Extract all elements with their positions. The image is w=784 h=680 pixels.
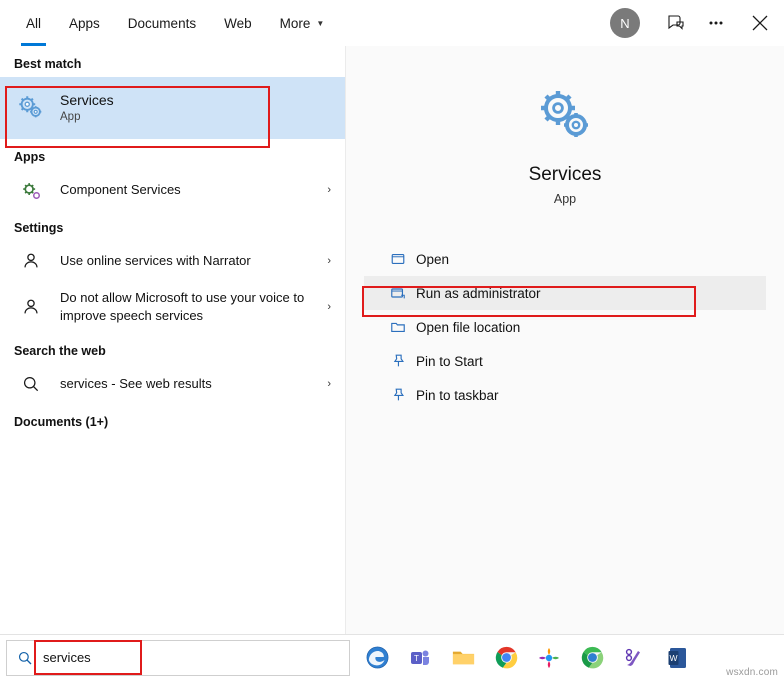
svg-text:T: T [414,654,419,663]
avatar-initial: N [620,15,630,31]
taskbar-search[interactable] [6,639,350,676]
settings-person-icon [14,296,48,318]
shield-run-icon [390,285,416,301]
services-gears-icon [14,93,48,123]
chevron-right-icon[interactable]: › [327,301,331,313]
pin-icon [390,387,416,403]
chrome-beta-icon[interactable] [579,645,605,671]
result-best-match-services[interactable]: Services App [0,77,345,139]
result-web-services[interactable]: services - See web results › [0,364,345,404]
best-match-subtitle: App [60,110,81,123]
preview-pane: Services App Open Run as administrator O… [346,46,784,635]
watermark: wsxdn.com [726,667,778,678]
tab-apps-label: Apps [69,15,100,31]
teams-icon[interactable]: T [407,645,433,671]
action-run-as-administrator[interactable]: Run as administrator [364,276,766,310]
services-gears-icon [533,84,597,148]
section-heading-documents: Documents (1+) [14,415,109,429]
section-heading-apps: Apps [14,150,46,164]
web-services-text: services - See web results [60,375,212,393]
taskbar: T [0,634,784,680]
action-pin-to-taskbar-label: Pin to taskbar [416,387,499,403]
chevron-down-icon: ▼ [316,19,325,28]
web-services-title: services - See web results [60,376,212,392]
result-setting-narrator[interactable]: Use online services with Narrator › [0,241,345,281]
ellipsis-icon[interactable] [696,0,736,46]
action-pin-to-taskbar[interactable]: Pin to taskbar [364,378,766,412]
action-run-as-administrator-label: Run as administrator [416,285,541,301]
chevron-right-icon[interactable]: › [327,255,331,267]
search-input[interactable] [43,650,349,665]
preview-header: Services App [346,46,784,206]
component-services-text: Component Services [60,181,181,199]
preview-actions: Open Run as administrator Open file loca… [346,242,784,412]
section-heading-settings: Settings [14,221,64,235]
tab-all-label: All [26,15,42,31]
search-tabs-bar: All Apps Documents Web More ▼ N [0,0,784,47]
preview-title: Services [528,164,602,185]
chevron-right-icon[interactable]: › [327,184,331,196]
tab-apps[interactable]: Apps [55,0,114,46]
feedback-icon[interactable] [656,0,696,46]
close-icon[interactable] [736,0,784,46]
setting-narrator-text: Use online services with Narrator [60,252,251,270]
setting-speech-title: Do not allow Microsoft to use your voice… [60,290,305,323]
action-open-file-location[interactable]: Open file location [364,310,766,344]
component-services-icon [14,179,48,201]
action-pin-to-start[interactable]: Pin to Start [364,344,766,378]
tab-more[interactable]: More ▼ [266,0,339,46]
tab-documents[interactable]: Documents [114,0,210,46]
preview-subtitle: App [553,192,577,206]
svg-text:W: W [669,653,677,663]
tab-documents-label: Documents [127,15,197,31]
topbar-right-cluster: N [610,0,784,46]
setting-narrator-title: Use online services with Narrator [60,253,251,269]
result-setting-speech[interactable]: Do not allow Microsoft to use your voice… [0,281,345,333]
taskbar-apps: T W [364,645,691,671]
word-icon[interactable]: W [665,645,691,671]
section-heading-search-the-web: Search the web [14,344,106,358]
tab-all[interactable]: All [12,0,55,46]
action-pin-to-start-label: Pin to Start [416,353,483,369]
snip-sketch-icon[interactable] [622,645,648,671]
chrome-icon[interactable] [493,645,519,671]
action-open[interactable]: Open [364,242,766,276]
chevron-right-icon[interactable]: › [327,378,331,390]
search-overlay: All Apps Documents Web More ▼ N Best mat… [0,0,784,680]
settings-person-icon [14,250,48,272]
best-match-text: Services App [60,91,114,125]
pin-icon [390,353,416,369]
open-window-icon [390,251,416,267]
best-match-title: Services [60,91,114,108]
results-pane: Best match Services App Apps Component S… [0,46,346,635]
search-icon [7,650,43,666]
section-heading-best-match: Best match [14,57,82,71]
folder-icon [390,319,416,335]
file-explorer-icon[interactable] [450,645,476,671]
tab-more-label: More [279,15,311,31]
tab-web[interactable]: Web [210,0,266,46]
action-open-file-location-label: Open file location [416,319,521,335]
tab-web-label: Web [224,15,252,31]
photos-icon[interactable] [536,645,562,671]
component-services-title: Component Services [60,182,181,198]
web-search-icon [14,374,48,394]
action-open-label: Open [416,251,450,267]
tab-list: All Apps Documents Web More ▼ [0,0,338,46]
setting-speech-text: Do not allow Microsoft to use your voice… [60,289,312,324]
result-component-services[interactable]: Component Services › [0,170,345,210]
edge-icon[interactable] [364,645,390,671]
avatar[interactable]: N [610,8,640,38]
